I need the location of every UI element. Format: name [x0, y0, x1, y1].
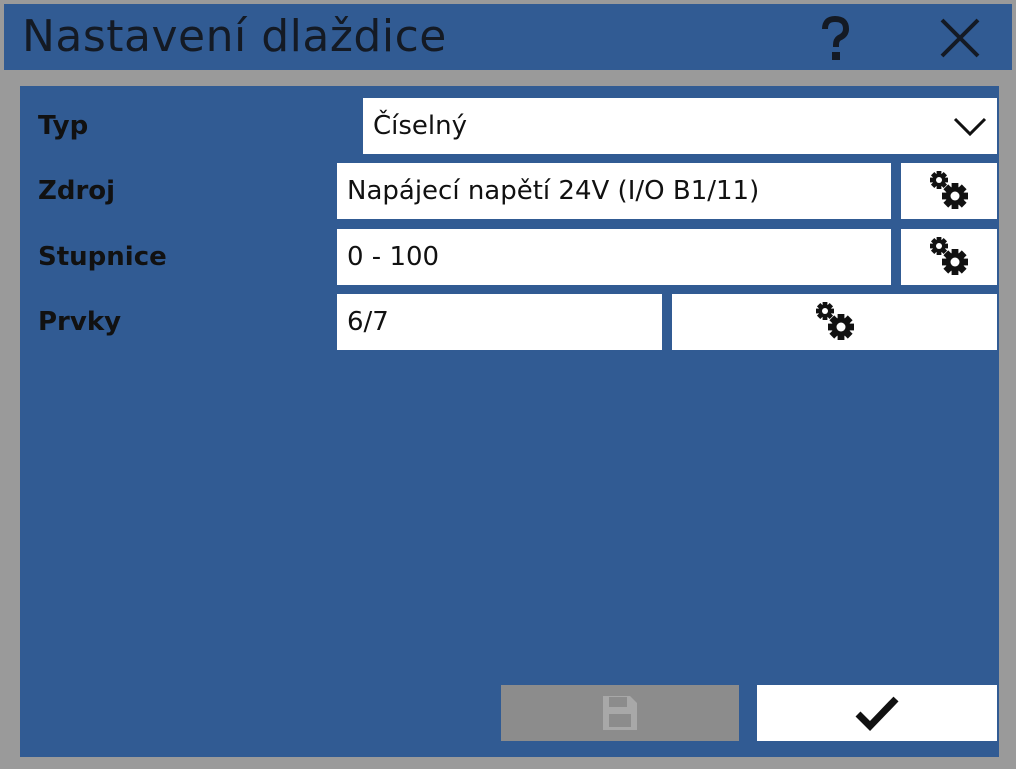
chevron-down-icon: [953, 117, 987, 137]
save-icon: [603, 696, 637, 730]
checkmark-icon: [855, 696, 899, 731]
close-button[interactable]: [936, 14, 984, 62]
scale-settings-button[interactable]: [901, 229, 997, 285]
source-field[interactable]: Napájecí napětí 24V (I/O B1/11): [337, 163, 891, 219]
gears-icon: [930, 171, 968, 209]
confirm-button[interactable]: [757, 685, 997, 741]
gears-icon: [930, 237, 968, 275]
scale-label: Stupnice: [38, 242, 167, 272]
scale-field[interactable]: 0 - 100: [337, 229, 891, 285]
help-button[interactable]: [811, 14, 859, 62]
items-label: Prvky: [38, 307, 122, 337]
type-label: Typ: [38, 111, 89, 141]
type-value: Číselný: [373, 111, 468, 141]
window-title: Nastavení dlaždice: [22, 11, 447, 62]
question-icon: [822, 15, 850, 60]
type-select[interactable]: Číselný: [363, 98, 997, 154]
title-bar: Nastavení dlaždice: [4, 4, 1012, 70]
items-settings-button[interactable]: [672, 294, 997, 350]
gears-icon: [815, 302, 854, 340]
source-settings-button[interactable]: [901, 163, 997, 219]
close-icon: [940, 18, 980, 58]
source-label: Zdroj: [38, 176, 116, 206]
items-field[interactable]: 6/7: [337, 294, 662, 350]
settings-panel: Typ Číselný Zdroj Napájecí napětí 24V (I…: [20, 86, 999, 757]
save-button[interactable]: [501, 685, 739, 741]
